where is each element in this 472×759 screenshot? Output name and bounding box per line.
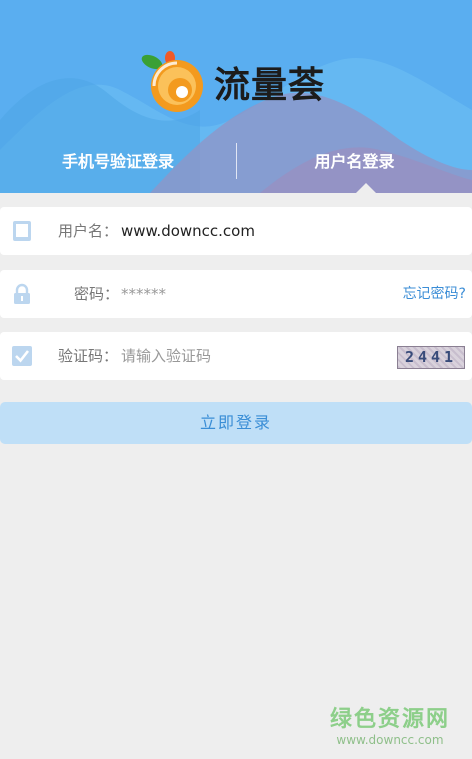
- password-input[interactable]: ******: [121, 270, 166, 318]
- app-name: 流量荟: [214, 65, 326, 106]
- captcha-label: 验证码：: [58, 347, 119, 365]
- forgot-password-link[interactable]: 忘记密码?: [403, 270, 466, 318]
- watermark: 绿色资源网 www.downcc.com: [330, 707, 450, 747]
- captcha-code: 2441: [404, 348, 458, 366]
- orange-logo-icon: [140, 50, 206, 114]
- password-label: 密码：: [74, 285, 120, 303]
- captcha-row: 验证码： 请输入验证码 2441: [0, 332, 472, 380]
- app-logo: 流量荟: [140, 50, 325, 114]
- captcha-input[interactable]: 请输入验证码: [121, 332, 211, 380]
- phone-icon: [11, 220, 33, 242]
- header-banner: 流量荟 手机号验证登录 用户名登录: [0, 0, 472, 193]
- username-row: 用户名： www.downcc.com: [0, 207, 472, 255]
- tab-username-login[interactable]: 用户名登录: [237, 142, 472, 182]
- password-row: 密码： ****** 忘记密码?: [0, 270, 472, 318]
- watermark-url: www.downcc.com: [336, 733, 444, 747]
- tab-phone-login[interactable]: 手机号验证登录: [0, 142, 236, 182]
- lock-icon: [11, 283, 33, 305]
- captcha-image[interactable]: 2441: [397, 346, 465, 369]
- login-tabs: 手机号验证登录 用户名登录: [0, 142, 472, 193]
- active-tab-indicator: [356, 183, 376, 193]
- username-input[interactable]: www.downcc.com: [121, 207, 255, 255]
- checkbox-icon: [11, 345, 33, 367]
- watermark-text: 绿色资源网: [329, 707, 450, 732]
- username-label: 用户名：: [58, 222, 119, 240]
- login-button[interactable]: 立即登录: [0, 402, 472, 444]
